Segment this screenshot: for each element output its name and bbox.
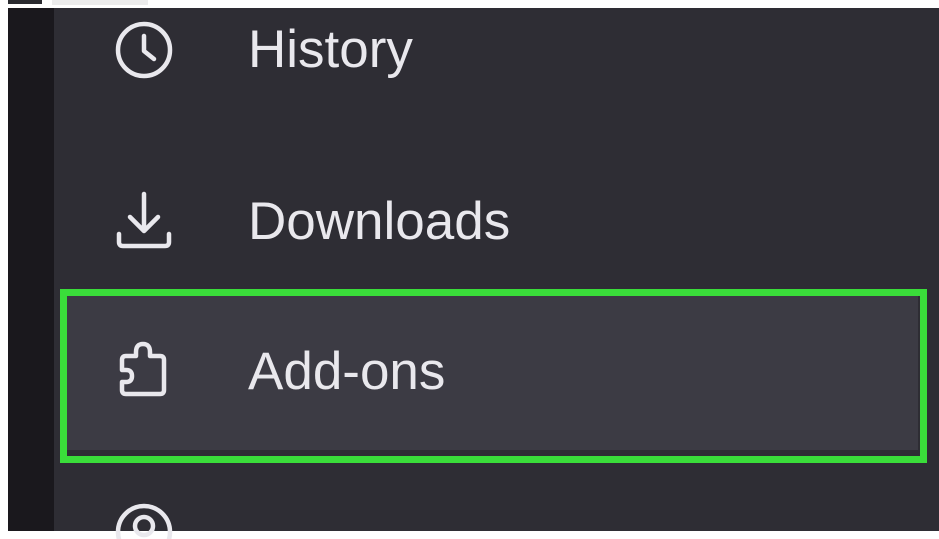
account-icon [112, 500, 176, 539]
menu-item-addons[interactable]: Add-ons [62, 290, 918, 450]
browser-menu-panel: History Downloads Add-ons [54, 8, 939, 539]
menu-item-history[interactable]: History [54, 0, 939, 142]
download-icon [112, 188, 176, 252]
menu-item-account[interactable] [54, 478, 939, 539]
puzzle-piece-icon [112, 338, 176, 402]
top-edge-mark [8, 0, 42, 4]
left-edge-strip [0, 8, 8, 531]
menu-item-label: History [248, 20, 413, 79]
menu-item-label: Downloads [248, 192, 511, 251]
menu-item-label: Add-ons [248, 342, 446, 401]
clock-icon [112, 18, 176, 82]
menu-item-downloads[interactable]: Downloads [54, 145, 939, 295]
left-gutter [8, 8, 54, 531]
